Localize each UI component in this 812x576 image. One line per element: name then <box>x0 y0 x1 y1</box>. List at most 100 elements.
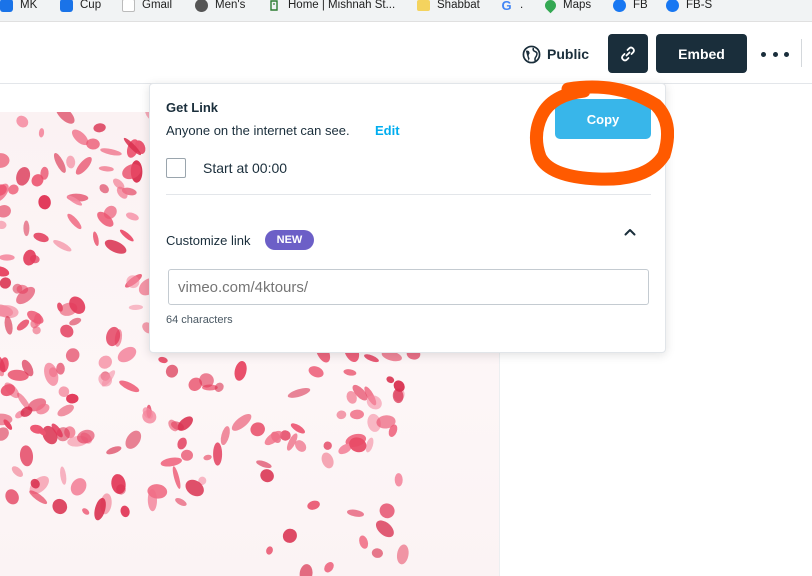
bookmark-label: Home | Mishnah St... <box>288 0 396 11</box>
petal <box>69 317 82 326</box>
petal <box>104 239 127 254</box>
petal <box>93 231 99 247</box>
petal <box>250 422 265 437</box>
privacy-label: Public <box>547 46 590 62</box>
dot-icon <box>761 51 766 57</box>
petal <box>260 469 274 483</box>
petal <box>65 348 80 363</box>
petal <box>100 148 122 156</box>
bookmark-label: FB <box>633 0 648 11</box>
mk-icon <box>0 0 13 12</box>
more-options-button[interactable] <box>761 45 789 63</box>
petal <box>323 441 332 450</box>
bookmark-label: . <box>520 0 524 11</box>
custom-link-input[interactable] <box>168 269 649 305</box>
edit-privacy-link[interactable]: Edit <box>375 123 400 138</box>
petal <box>82 508 90 515</box>
bookmark-google[interactable]: G . <box>500 0 524 13</box>
petal <box>57 404 74 417</box>
cup-icon <box>60 0 73 12</box>
petal <box>38 195 51 210</box>
popover-title: Get Link <box>166 100 219 115</box>
petal <box>324 561 334 573</box>
petal <box>0 266 10 277</box>
bookmark-label: Men's <box>215 0 246 11</box>
bookmark-mens[interactable]: Men's <box>195 0 245 12</box>
dot-icon <box>772 51 778 57</box>
petal <box>160 457 182 467</box>
petal <box>158 356 168 364</box>
petal <box>266 546 273 555</box>
petal <box>119 380 140 393</box>
petal <box>60 466 67 485</box>
chevron-up-icon[interactable] <box>622 224 638 240</box>
bookmark-label: Gmail <box>142 0 173 11</box>
privacy-button[interactable]: Public <box>522 43 589 65</box>
video-toolbar: Public Embed <box>0 23 812 84</box>
bookmark-label: MK <box>20 0 38 11</box>
google-icon: G <box>501 0 512 13</box>
globe-icon <box>195 0 208 12</box>
maps-icon <box>542 0 559 13</box>
bookmark-fb[interactable]: FB <box>613 0 648 12</box>
petal <box>213 442 223 466</box>
petal <box>0 220 7 230</box>
petal <box>99 184 109 194</box>
petal <box>86 138 100 150</box>
petal <box>70 478 87 496</box>
get-link-button[interactable] <box>608 34 648 73</box>
embed-button[interactable]: Embed <box>656 34 747 73</box>
petal <box>379 503 395 519</box>
bookmark-mk[interactable]: MK <box>0 0 37 12</box>
petal <box>16 115 29 128</box>
petal <box>371 548 383 558</box>
petal <box>231 413 252 431</box>
petal <box>106 446 122 455</box>
petal <box>16 167 31 186</box>
petal <box>234 361 247 381</box>
petal <box>220 426 230 446</box>
petal <box>336 410 347 420</box>
petal <box>375 520 394 538</box>
dot-icon <box>784 51 789 57</box>
petal <box>0 277 12 289</box>
petal <box>66 155 76 169</box>
petal <box>172 466 181 489</box>
petal <box>165 364 179 378</box>
petal <box>321 452 334 469</box>
petal <box>53 152 66 173</box>
bookmark-home-mishnah[interactable]: Home | Mishnah St... <box>268 0 395 12</box>
petal <box>256 460 272 469</box>
facebook-icon <box>613 0 626 12</box>
petal <box>117 346 137 363</box>
petal <box>396 544 409 565</box>
petal <box>75 156 92 175</box>
bookmarks-bar: MK Cup Gmail Men's Home | Mishnah St... … <box>0 0 812 22</box>
petal <box>4 315 13 335</box>
bookmark-gmail[interactable]: Gmail <box>122 0 172 12</box>
petal <box>299 564 313 576</box>
visibility-description: Anyone on the internet can see. <box>166 123 350 138</box>
bookmark-maps[interactable]: Maps <box>542 0 592 13</box>
petal <box>38 128 45 138</box>
bookmark-label: Maps <box>563 0 592 11</box>
bookmark-label: Cup <box>80 0 102 11</box>
bookmark-fb-s[interactable]: FB-S <box>666 0 712 12</box>
bookmark-shabbat[interactable]: Shabbat <box>417 0 480 12</box>
bookmark-label: FB-S <box>686 0 713 11</box>
customize-link-label: Customize link <box>166 233 251 248</box>
petal <box>175 498 187 506</box>
petal <box>0 305 19 319</box>
petal <box>98 355 112 369</box>
petal <box>19 445 34 467</box>
petal <box>55 112 75 124</box>
petal <box>93 123 106 133</box>
petal <box>125 212 139 221</box>
start-at-checkbox[interactable] <box>166 158 186 178</box>
bookmark-cup[interactable]: Cup <box>60 0 101 12</box>
petal <box>120 505 130 518</box>
petal <box>33 232 49 243</box>
folder-icon <box>417 0 430 11</box>
petal <box>290 423 305 434</box>
petal <box>23 220 30 237</box>
